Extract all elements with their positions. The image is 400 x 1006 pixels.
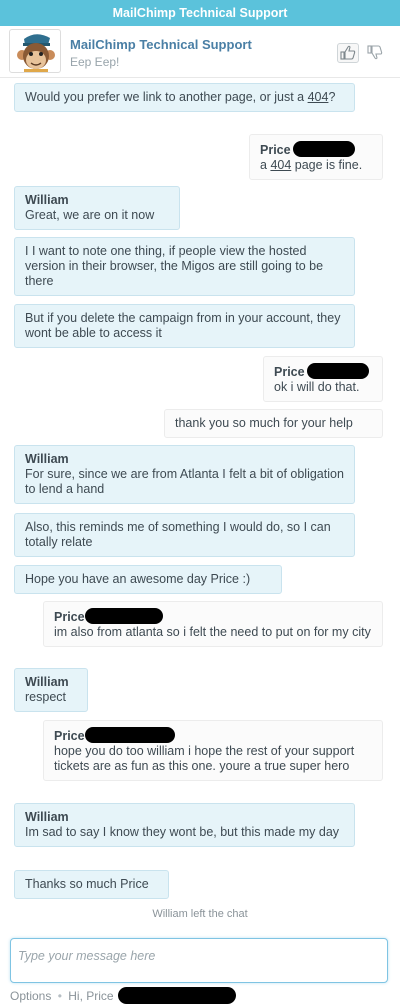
chat-transcript[interactable]: Would you prefer we link to another page… xyxy=(0,78,400,930)
redaction-mark xyxy=(117,987,236,1004)
visitor-message: Price im also from atlanta so i felt the … xyxy=(43,601,383,647)
footer-separator: • xyxy=(57,989,62,1003)
operator-message: William respect xyxy=(14,668,88,712)
visitor-message: thank you so much for your help xyxy=(164,409,383,438)
operator-message: Thanks so much Price xyxy=(14,870,169,899)
operator-message: Hope you have an awesome day Price :) xyxy=(14,565,282,594)
operator-message: William Im sad to say I know they wont be… xyxy=(14,803,355,847)
message-author: William xyxy=(25,810,69,824)
redaction-mark xyxy=(84,608,163,624)
link-404[interactable]: 404 xyxy=(270,158,291,172)
message-author: Price xyxy=(54,608,372,625)
header-title: MailChimp Technical Support xyxy=(70,37,252,52)
visitor-message: Price hope you do too william i hope the … xyxy=(43,720,383,781)
greeting-text: Hi, Price xyxy=(68,989,114,1003)
message-author: Price xyxy=(54,727,372,744)
operator-message: But if you delete the campaign from in y… xyxy=(14,304,355,348)
message-author: William xyxy=(25,193,69,207)
operator-message: Would you prefer we link to another page… xyxy=(14,83,355,112)
chat-header: MailChimp Technical Support Eep Eep! xyxy=(0,26,400,78)
message-composer[interactable] xyxy=(10,938,388,983)
rate-up-button[interactable] xyxy=(337,43,359,63)
redaction-mark xyxy=(292,141,355,157)
redaction-mark xyxy=(84,727,175,743)
link-404[interactable]: 404 xyxy=(308,90,329,104)
visitor-message: Price ok i will do that. xyxy=(263,356,383,402)
window-title: MailChimp Technical Support xyxy=(0,0,400,26)
operator-message: William Great, we are on it now xyxy=(14,186,180,230)
message-author: William xyxy=(25,675,69,689)
operator-message: I I want to note one thing, if people vi… xyxy=(14,237,355,296)
visitor-message: Price a 404 page is fine. xyxy=(249,134,383,180)
message-author: Price xyxy=(260,141,372,158)
message-author: Price xyxy=(274,363,372,380)
operator-message: Also, this reminds me of something I wou… xyxy=(14,513,355,557)
footer-bar: Options • Hi, Price xyxy=(10,987,236,1004)
options-link[interactable]: Options xyxy=(10,989,51,1003)
header-subtitle: Eep Eep! xyxy=(70,55,120,69)
thumbs-down-icon xyxy=(365,45,385,64)
message-author: William xyxy=(25,452,69,466)
rate-down-button[interactable] xyxy=(365,43,387,63)
chimp-avatar-icon xyxy=(9,29,61,73)
operator-message: William For sure, since we are from Atlan… xyxy=(14,445,355,504)
redaction-mark xyxy=(306,363,369,379)
thumbs-up-icon xyxy=(338,45,358,65)
system-message: William left the chat xyxy=(152,908,248,920)
message-input[interactable] xyxy=(11,939,387,967)
